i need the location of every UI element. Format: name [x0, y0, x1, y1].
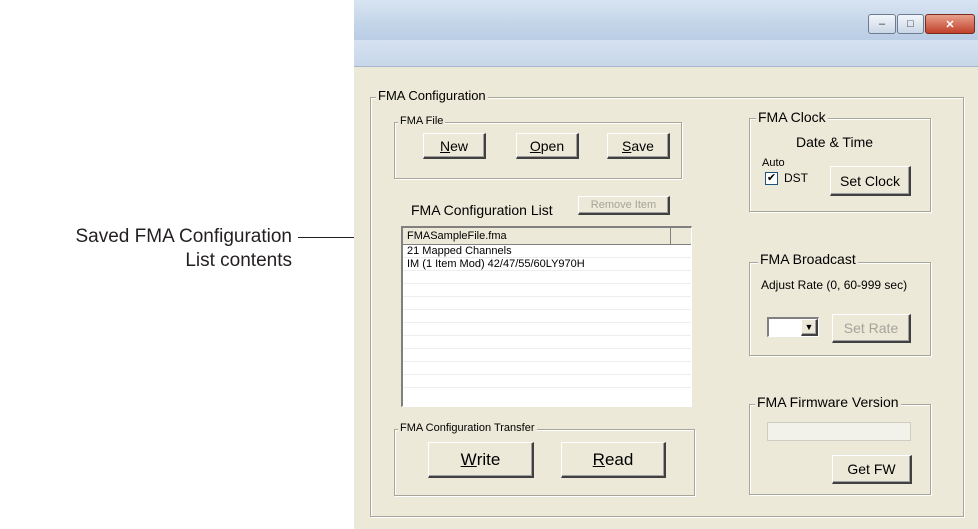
open-button-label: pen [540, 137, 565, 154]
callout-line-2: List contents [185, 250, 292, 271]
read-button-label: ead [604, 449, 634, 469]
remove-item-label: Remove Item [590, 199, 657, 211]
list-item[interactable] [403, 271, 691, 284]
read-button-mnemonic: R [592, 449, 605, 469]
rate-select[interactable]: ▼ [767, 317, 819, 337]
set-rate-button[interactable]: Set Rate [832, 314, 911, 343]
list-item[interactable] [403, 310, 691, 323]
title-bar: – □ ✕ [354, 0, 978, 40]
save-button[interactable]: Save [607, 133, 670, 159]
auto-label: Auto [762, 157, 785, 169]
list-item[interactable]: 21 Mapped Channels [403, 245, 691, 258]
menu-bar [354, 40, 978, 67]
maximize-button[interactable]: □ [897, 14, 924, 34]
rate-dropdown-button[interactable]: ▼ [801, 319, 818, 336]
write-button-mnemonic: W [460, 449, 477, 469]
app-window: – □ ✕ FMA Configuration FMA File New Ope… [354, 0, 978, 529]
dst-checkbox[interactable]: ✔ [765, 172, 778, 185]
list-item[interactable] [403, 323, 691, 336]
close-icon: ✕ [945, 18, 955, 31]
configuration-list[interactable]: FMASampleFile.fma 21 Mapped Channels IM … [401, 226, 692, 407]
list-item[interactable] [403, 349, 691, 362]
list-item[interactable] [403, 297, 691, 310]
adjust-rate-label: Adjust Rate (0, 60-999 sec) [761, 278, 908, 292]
save-button-label: ave [631, 137, 654, 154]
set-rate-label: Set Rate [843, 320, 899, 336]
remove-item-button[interactable]: Remove Item [578, 196, 670, 215]
list-item[interactable] [403, 375, 691, 388]
callout-line-1: Saved FMA Configuration [75, 226, 292, 247]
new-button[interactable]: New [423, 133, 486, 159]
fma-broadcast-title: FMA Broadcast [758, 251, 858, 267]
fma-file-title: FMA File [398, 115, 446, 127]
new-button-mnemonic: N [439, 137, 451, 154]
open-button[interactable]: Open [516, 133, 579, 159]
list-column-header[interactable]: FMASampleFile.fma [403, 228, 671, 245]
fma-clock-title: FMA Clock [756, 109, 828, 125]
new-button-label: ew [450, 137, 469, 154]
list-column-header-spacer[interactable] [671, 228, 691, 245]
set-clock-button[interactable]: Set Clock [830, 166, 911, 196]
get-fw-button[interactable]: Get FW [832, 455, 912, 484]
read-button[interactable]: Read [561, 442, 666, 478]
callout-label: Saved FMA Configuration List contents [10, 225, 292, 273]
fma-firmware-title: FMA Firmware Version [755, 394, 901, 410]
checkmark-icon: ✔ [766, 172, 777, 184]
dst-label: DST [784, 171, 808, 185]
minimize-icon: – [878, 18, 886, 30]
chevron-down-icon: ▼ [804, 322, 814, 332]
open-button-mnemonic: O [529, 137, 541, 154]
client-area: FMA Configuration FMA File New Open Save… [354, 67, 978, 529]
list-header-label: FMASampleFile.fma [407, 230, 507, 242]
maximize-icon: □ [907, 18, 914, 30]
list-item[interactable]: IM (1 Item Mod) 42/47/55/60LY970H [403, 258, 691, 271]
set-clock-label: Set Clock [840, 172, 900, 189]
configuration-list-title: FMA Configuration List [411, 202, 553, 218]
list-item[interactable] [403, 362, 691, 375]
configuration-transfer-title: FMA Configuration Transfer [398, 422, 537, 434]
write-button-label: rite [476, 449, 501, 469]
list-item[interactable] [403, 336, 691, 349]
get-fw-label: Get FW [847, 461, 896, 477]
list-item[interactable] [403, 284, 691, 297]
firmware-version-field [767, 422, 911, 441]
date-time-label: Date & Time [796, 134, 874, 150]
close-button[interactable]: ✕ [925, 14, 975, 34]
fma-configuration-title: FMA Configuration [376, 88, 488, 103]
save-button-mnemonic: S [622, 137, 632, 154]
minimize-button[interactable]: – [868, 14, 896, 34]
write-button[interactable]: Write [428, 442, 534, 478]
